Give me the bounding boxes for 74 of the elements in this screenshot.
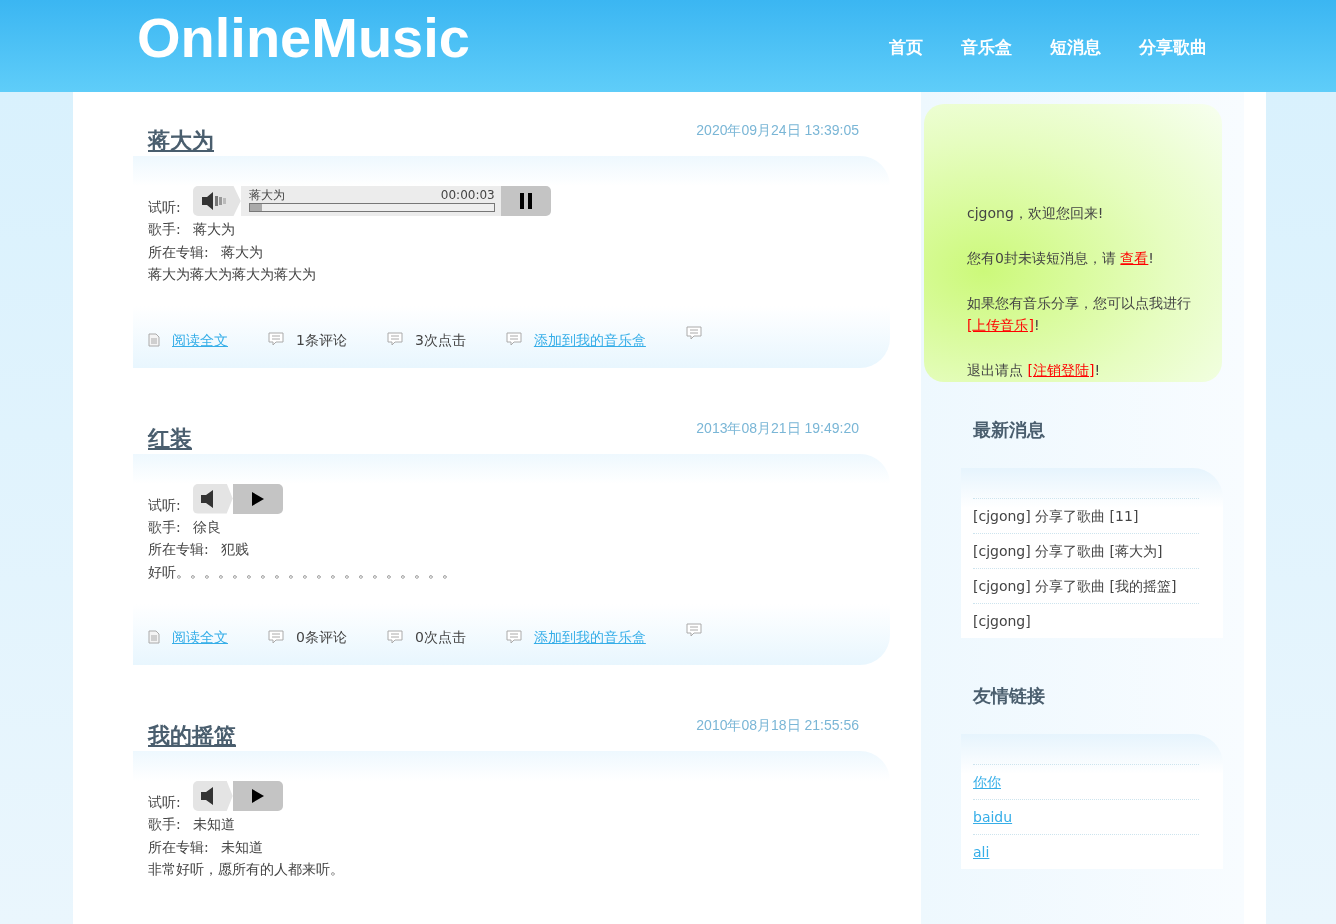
comment-icon: [685, 325, 702, 341]
progress-bar[interactable]: [248, 203, 495, 212]
welcome-greeting: cjgong，欢迎您回来!: [967, 204, 1105, 223]
comment-icon: [268, 629, 284, 645]
nav-link[interactable]: 首页: [889, 36, 923, 59]
friend-link[interactable]: 你你: [973, 771, 1001, 793]
album-name: 犯贱: [220, 541, 249, 557]
news-item: [cjgong] 分享了歌曲 [11]: [973, 507, 1139, 526]
post-description: 蒋大为蒋大为蒋大为蒋大为: [148, 266, 316, 282]
logout-notice: 退出请点 [注销登陆]!: [967, 361, 1101, 380]
pause-icon[interactable]: [519, 193, 532, 209]
post-title[interactable]: 我的摇篮: [148, 721, 236, 751]
album-label: 所在专辑:: [148, 838, 209, 855]
read-more-link[interactable]: 阅读全文: [172, 328, 228, 351]
nav-link[interactable]: 分享歌曲: [1139, 36, 1207, 59]
comment-icon: [685, 623, 702, 638]
play-icon[interactable]: [251, 491, 264, 506]
click-count: 3次点击: [414, 330, 466, 350]
read-more-link[interactable]: 阅读全文: [172, 626, 228, 648]
document-icon: [148, 332, 160, 347]
logout-link[interactable]: [注销登陆]: [1027, 362, 1095, 378]
listen-label: 试听:: [148, 793, 181, 812]
post-description: 非常好听，愿所有的人都来听。: [148, 861, 344, 877]
friend-link[interactable]: baidu: [973, 806, 1013, 828]
post-date: 2013年08月21日 19:49:20: [696, 419, 859, 438]
album-name: 未知道: [220, 838, 263, 855]
album-name: 蒋大为: [220, 243, 263, 260]
comment-count: 0条评论: [296, 628, 347, 647]
album-label: 所在专辑:: [148, 541, 209, 557]
section-title: 友情链接: [973, 685, 1046, 708]
singer-label: 歌手:: [148, 816, 181, 832]
add-to-musicbox-link[interactable]: 添加到我的音乐盒: [533, 626, 646, 648]
news-item: [cjgong] 分享了歌曲 [我的摇篮]: [973, 577, 1177, 596]
audio-player[interactable]: [192, 781, 283, 811]
document-icon: [148, 630, 160, 644]
track-name: 蒋大为: [248, 187, 285, 203]
album-label: 所在专辑:: [148, 243, 209, 260]
post-date: 2010年08月18日 21:55:56: [696, 717, 859, 735]
news-item: [cjgong] 分享了歌曲 [蒋大为]: [973, 542, 1163, 561]
track-time: 00:00:03: [440, 187, 495, 203]
view-messages-link[interactable]: 查看: [1120, 250, 1149, 266]
comment-icon: [268, 332, 284, 347]
nav-link[interactable]: 音乐盒: [961, 36, 1012, 59]
site-logo[interactable]: OnlineMusic: [137, 0, 470, 76]
singer-name: 蒋大为: [192, 221, 235, 237]
friend-link[interactable]: ali: [973, 841, 990, 863]
singer-label: 歌手:: [148, 221, 181, 237]
comment-count: 1条评论: [296, 330, 347, 350]
post-title[interactable]: 蒋大为: [148, 126, 214, 156]
speaker-icon[interactable]: [200, 489, 215, 508]
speaker-icon[interactable]: [200, 787, 215, 805]
comment-icon: [386, 629, 403, 645]
comment-icon: [505, 332, 522, 347]
click-count: 0次点击: [414, 628, 466, 647]
news-item: [cjgong]: [973, 612, 1031, 631]
audio-player[interactable]: [192, 483, 283, 514]
message-notice: 您有0封未读短消息，请 查看!: [967, 249, 1155, 268]
listen-label: 试听:: [148, 495, 181, 515]
comment-icon: [505, 629, 522, 645]
singer-name: 徐良: [192, 518, 221, 535]
post-date: 2020年09月24日 13:39:05: [696, 122, 859, 140]
post-description: 好听。。。。。。。。。。。。。。。。。。。。: [148, 563, 456, 580]
upload-music-link[interactable]: [上传音乐]: [967, 317, 1034, 333]
comment-icon: [386, 332, 403, 347]
section-title: 最新消息: [973, 419, 1046, 442]
add-to-musicbox-link[interactable]: 添加到我的音乐盒: [533, 328, 646, 351]
nav-link[interactable]: 短消息: [1050, 36, 1101, 59]
singer-name: 未知道: [192, 816, 235, 832]
singer-label: 歌手:: [148, 518, 181, 535]
share-notice: 如果您有音乐分享，您可以点我进行 [上传音乐]!: [967, 294, 1192, 335]
play-icon[interactable]: [251, 789, 264, 803]
post-title[interactable]: 红装: [148, 423, 192, 454]
speaker-icon[interactable]: [200, 191, 227, 211]
listen-label: 试听:: [148, 198, 181, 217]
